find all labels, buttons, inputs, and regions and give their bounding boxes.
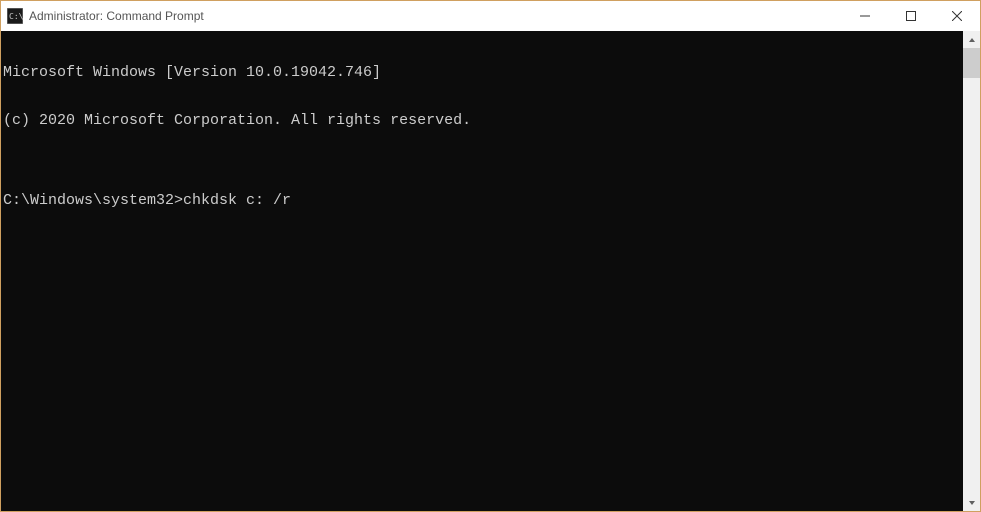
- minimize-button[interactable]: [842, 1, 888, 31]
- cmd-icon: C:\: [7, 8, 23, 24]
- window-controls: [842, 1, 980, 31]
- scroll-down-arrow-icon[interactable]: [963, 494, 980, 511]
- titlebar[interactable]: C:\ Administrator: Command Prompt: [1, 1, 980, 31]
- scroll-up-arrow-icon[interactable]: [963, 31, 980, 48]
- vertical-scrollbar[interactable]: [963, 31, 980, 511]
- close-button[interactable]: [934, 1, 980, 31]
- maximize-button[interactable]: [888, 1, 934, 31]
- scroll-thumb[interactable]: [963, 48, 980, 78]
- scroll-track[interactable]: [963, 48, 980, 494]
- terminal-line: (c) 2020 Microsoft Corporation. All righ…: [3, 113, 963, 129]
- terminal-content[interactable]: Microsoft Windows [Version 10.0.19042.74…: [1, 31, 963, 511]
- command-prompt-window: C:\ Administrator: Command Prompt Micros…: [0, 0, 981, 512]
- terminal-area[interactable]: Microsoft Windows [Version 10.0.19042.74…: [1, 31, 980, 511]
- terminal-line: C:\Windows\system32>chkdsk c: /r: [3, 193, 963, 209]
- terminal-line: Microsoft Windows [Version 10.0.19042.74…: [3, 65, 963, 81]
- svg-text:C:\: C:\: [9, 12, 23, 21]
- window-title: Administrator: Command Prompt: [29, 9, 842, 23]
